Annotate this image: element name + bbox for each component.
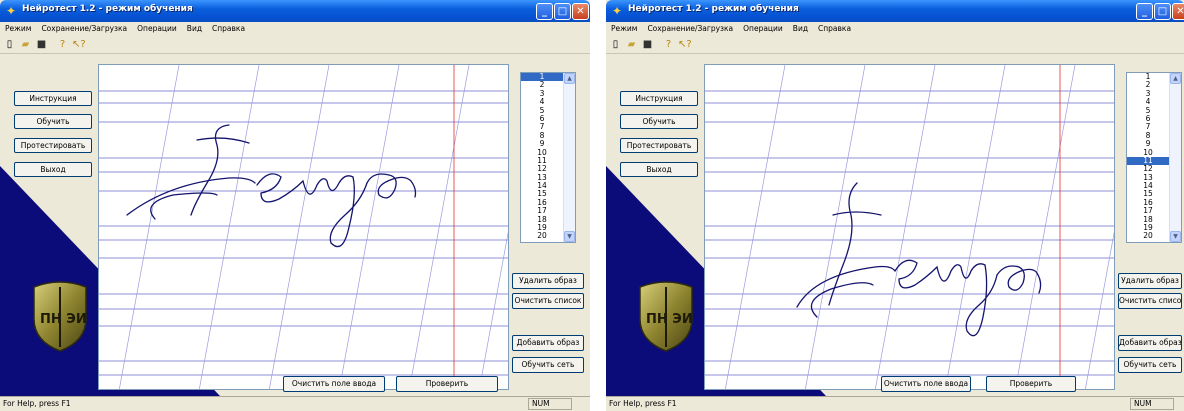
- close-icon[interactable]: ✕: [1172, 3, 1184, 20]
- logo-emblem: ПН ЭИ: [33, 281, 87, 352]
- app-icon: ✦: [612, 4, 623, 18]
- app-icon: ✦: [6, 4, 17, 18]
- close-icon[interactable]: ✕: [572, 3, 589, 20]
- exit-button[interactable]: Выход: [14, 162, 92, 177]
- window-title: Нейротест 1.2 - режим обучения: [628, 4, 799, 14]
- save-icon[interactable]: ■: [641, 38, 654, 51]
- add-image-button[interactable]: Добавить образ: [1118, 335, 1182, 351]
- num-lock-indicator: NUM: [528, 398, 572, 410]
- menu-help[interactable]: Справка: [207, 22, 250, 36]
- status-bar: For Help, press F1 NUM: [606, 396, 1184, 411]
- delete-image-button[interactable]: Удалить образ: [512, 273, 584, 289]
- image-list[interactable]: 1 2 3 4 5 6 7 8 9 10 11 12 13 14 15 16 17 18 19 20 ▲ ▼: [1126, 72, 1182, 243]
- save-icon[interactable]: ■: [35, 38, 48, 51]
- scroll-up-icon[interactable]: ▲: [1170, 73, 1181, 84]
- open-folder-icon[interactable]: ▰: [625, 38, 638, 51]
- logo-text: ПН ЭИ: [40, 312, 87, 327]
- ruled-paper: [99, 65, 508, 389]
- toolbar: ▯ ▰ ■ ? ↖?: [606, 36, 1184, 54]
- check-button[interactable]: Проверить: [396, 376, 498, 392]
- menu-mode[interactable]: Режим: [0, 22, 36, 36]
- num-lock-indicator: NUM: [1130, 398, 1174, 410]
- exit-button[interactable]: Выход: [620, 162, 698, 177]
- status-help-text: For Help, press F1: [3, 399, 71, 408]
- context-help-icon[interactable]: ↖?: [678, 38, 692, 51]
- menu-operations[interactable]: Операции: [738, 22, 788, 36]
- app-window-1: ✦ Нейротест 1.2 - режим обучения _ □ ✕ Р…: [0, 0, 590, 411]
- check-button[interactable]: Проверить: [986, 376, 1076, 392]
- train-network-button[interactable]: Обучить сеть: [1118, 357, 1182, 373]
- logo-emblem: ПН ЭИ: [639, 281, 693, 352]
- train-button[interactable]: Обучить: [14, 114, 92, 129]
- menu-mode[interactable]: Режим: [606, 22, 642, 36]
- list-scrollbar[interactable]: ▲ ▼: [563, 73, 575, 242]
- ruled-paper: [705, 65, 1114, 389]
- clear-list-button[interactable]: Очистить список: [512, 293, 584, 309]
- logo-text: ПН ЭИ: [646, 312, 693, 327]
- open-folder-icon[interactable]: ▰: [19, 38, 32, 51]
- menu-help[interactable]: Справка: [813, 22, 856, 36]
- train-button[interactable]: Обучить: [620, 114, 698, 129]
- signature-stroke: [126, 124, 417, 248]
- instruction-button[interactable]: Инструкция: [620, 91, 698, 106]
- drawing-canvas[interactable]: [704, 64, 1115, 390]
- client-area: Инструкция Обучить Протестировать Выход …: [0, 55, 590, 396]
- image-list[interactable]: 1 2 3 4 5 6 7 8 9 10 11 12 13 14 15 16 17 18 19 20 ▲ ▼: [520, 72, 576, 243]
- menu-bar: Режим Сохранение/Загрузка Операции Вид Справ…: [606, 22, 1184, 36]
- scroll-down-icon[interactable]: ▼: [564, 231, 575, 242]
- status-help-text: For Help, press F1: [609, 399, 677, 408]
- client-area: Инструкция Обучить Протестировать Выход …: [606, 55, 1184, 396]
- toolbar: ▯ ▰ ■ ? ↖?: [0, 36, 590, 54]
- new-document-icon[interactable]: ▯: [609, 38, 622, 51]
- scroll-down-icon[interactable]: ▼: [1170, 231, 1181, 242]
- add-image-button[interactable]: Добавить образ: [512, 335, 584, 351]
- drawing-canvas[interactable]: [98, 64, 509, 390]
- minimize-icon[interactable]: _: [1136, 3, 1153, 20]
- menu-save-load[interactable]: Сохранение/Загрузка: [36, 22, 132, 36]
- help-icon[interactable]: ?: [56, 38, 69, 51]
- title-bar[interactable]: ✦ Нейротест 1.2 - режим обучения _ □ ✕: [606, 0, 1184, 22]
- clear-list-button[interactable]: Очистить список: [1118, 293, 1182, 309]
- app-window-2: ✦ Нейротест 1.2 - режим обучения _ □ ✕ Р…: [606, 0, 1184, 411]
- clear-input-button[interactable]: Очистить поле ввода: [881, 376, 971, 392]
- menu-operations[interactable]: Операции: [132, 22, 182, 36]
- test-button[interactable]: Протестировать: [14, 138, 92, 153]
- menu-save-load[interactable]: Сохранение/Загрузка: [642, 22, 738, 36]
- window-title: Нейротест 1.2 - режим обучения: [22, 4, 193, 14]
- scroll-up-icon[interactable]: ▲: [564, 73, 575, 84]
- context-help-icon[interactable]: ↖?: [72, 38, 86, 51]
- instruction-button[interactable]: Инструкция: [14, 91, 92, 106]
- signature-stroke: [796, 182, 1042, 337]
- test-button[interactable]: Протестировать: [620, 138, 698, 153]
- maximize-icon[interactable]: □: [1154, 3, 1171, 20]
- new-document-icon[interactable]: ▯: [3, 38, 16, 51]
- list-scrollbar[interactable]: ▲ ▼: [1169, 73, 1181, 242]
- menu-bar: Режим Сохранение/Загрузка Операции Вид Справ…: [0, 22, 590, 36]
- clear-input-button[interactable]: Очистить поле ввода: [283, 376, 385, 392]
- menu-view[interactable]: Вид: [182, 22, 207, 36]
- status-bar: For Help, press F1 NUM: [0, 396, 590, 411]
- delete-image-button[interactable]: Удалить образ: [1118, 273, 1182, 289]
- title-bar[interactable]: ✦ Нейротест 1.2 - режим обучения _ □ ✕: [0, 0, 590, 22]
- help-icon[interactable]: ?: [662, 38, 675, 51]
- maximize-icon[interactable]: □: [554, 3, 571, 20]
- menu-view[interactable]: Вид: [788, 22, 813, 36]
- train-network-button[interactable]: Обучить сеть: [512, 357, 584, 373]
- minimize-icon[interactable]: _: [536, 3, 553, 20]
